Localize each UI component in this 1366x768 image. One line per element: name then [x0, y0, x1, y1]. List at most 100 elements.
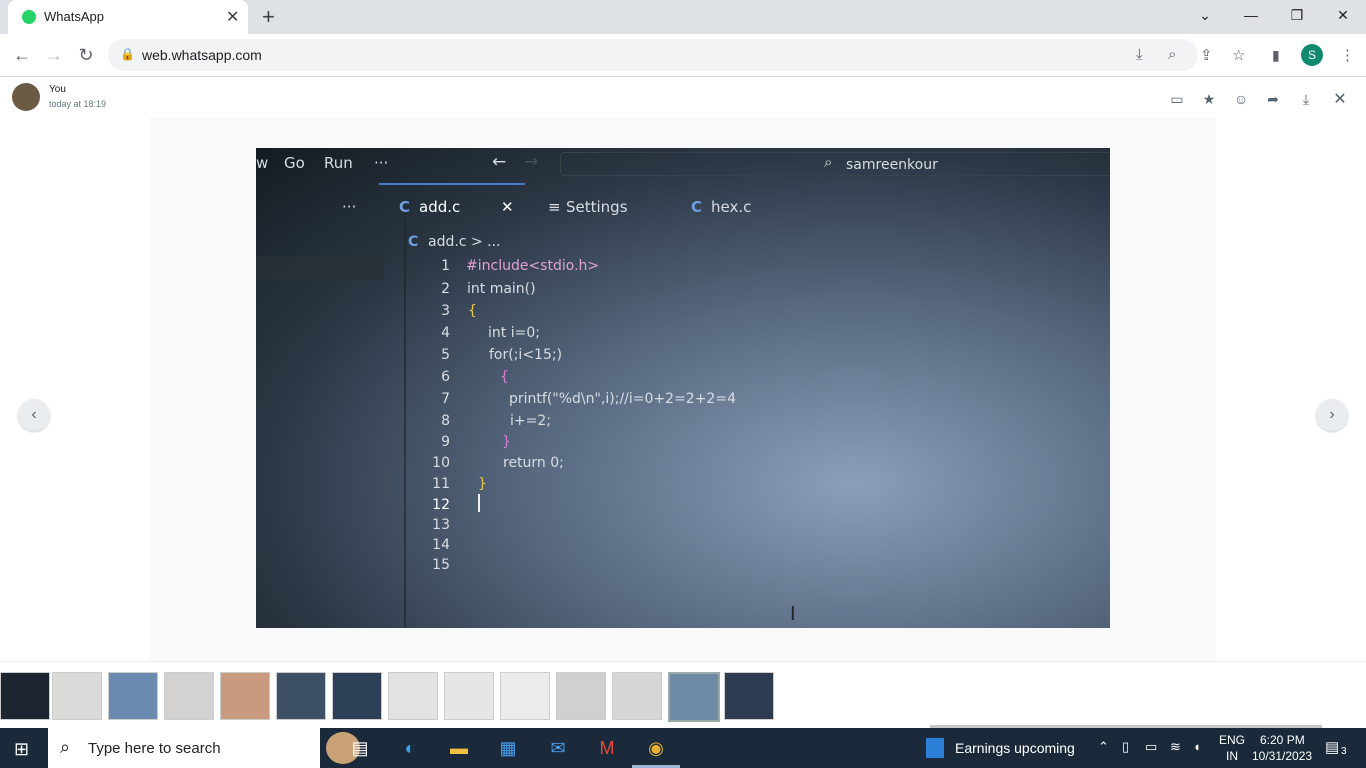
side-panel-icon[interactable]: ▮	[1272, 47, 1280, 64]
forward-button[interactable]: →	[42, 43, 66, 67]
next-media-button[interactable]: ›	[1316, 399, 1348, 431]
whatsapp-icon	[22, 10, 36, 24]
bookmark-star-icon[interactable]: ☆	[1232, 46, 1245, 64]
tab-search-button[interactable]: ⌄	[1182, 0, 1228, 30]
thumbnail[interactable]	[52, 672, 102, 720]
code-line: #include<stdio.h>	[466, 258, 600, 274]
go-to-message-icon[interactable]: ▭	[1167, 89, 1187, 109]
thumbnail-selected[interactable]	[668, 672, 720, 722]
thumbnail[interactable]	[164, 672, 214, 720]
thumbnail[interactable]	[220, 672, 270, 720]
windows-start-icon[interactable]: ⊞	[14, 739, 29, 760]
star-icon[interactable]: ★	[1199, 89, 1219, 109]
news-widget-text[interactable]: Earnings upcoming	[955, 740, 1075, 756]
notification-center-icon[interactable]: ▤	[1325, 738, 1339, 756]
settings-icon: ≡	[548, 198, 561, 216]
notification-count: 3	[1341, 746, 1347, 757]
line-number: 7	[441, 391, 450, 407]
task-view-icon[interactable]: ▤	[340, 732, 380, 764]
forward-arrow-icon: →	[524, 152, 539, 172]
react-emoji-icon[interactable]: ☺	[1231, 89, 1251, 109]
device-icon[interactable]: ▯	[1122, 739, 1129, 755]
code-line: int i=0;	[488, 325, 540, 341]
code-line: }	[478, 476, 487, 492]
thumbnail[interactable]	[612, 672, 662, 720]
profile-avatar[interactable]: S	[1301, 44, 1323, 66]
chevron-up-icon[interactable]: ⌃	[1098, 739, 1109, 755]
thumbnail[interactable]	[108, 672, 158, 720]
mail-icon[interactable]: ✉	[538, 732, 578, 764]
code-line: {	[468, 303, 477, 319]
menu-item-go: Go	[284, 154, 305, 172]
address-bar[interactable]: 🔒 web.whatsapp.com ⤓ ⌕ ⇪ ☆	[108, 39, 1245, 71]
url-text[interactable]: web.whatsapp.com	[142, 47, 262, 63]
line-number: 10	[432, 455, 450, 471]
gmail-icon[interactable]: M	[587, 732, 627, 764]
news-widget-icon[interactable]	[926, 738, 944, 758]
battery-icon[interactable]: ▭	[1145, 739, 1157, 755]
thumbnail[interactable]	[0, 672, 50, 720]
sidebar-selection	[256, 256, 384, 280]
thumbnail[interactable]	[500, 672, 550, 720]
input-region[interactable]: IN	[1226, 749, 1238, 763]
input-language[interactable]: ENG	[1219, 733, 1245, 747]
code-line: return 0;	[503, 455, 564, 471]
previous-media-button[interactable]: ‹	[18, 399, 50, 431]
forward-icon[interactable]: ➦	[1263, 89, 1283, 109]
tab-title: WhatsApp	[44, 9, 104, 24]
menu-item-view: w	[256, 154, 269, 172]
browser-toolbar: ← → ↻ 🔒 web.whatsapp.com ⤓ ⌕ ⇪ ☆ ▮ S ⋮	[0, 34, 1366, 77]
restore-button[interactable]: ❐	[1274, 0, 1320, 30]
thumbnail[interactable]	[388, 672, 438, 720]
zoom-icon[interactable]: ⌕	[1168, 46, 1176, 63]
clock-date[interactable]: 10/31/2023	[1252, 749, 1312, 763]
viewed-photo: w Go Run ··· ← → ⌕ samreenkour ··· C add…	[256, 148, 1110, 628]
tab-close-icon: ✕	[501, 198, 514, 216]
tab-hex-c: hex.c	[711, 198, 752, 216]
back-button[interactable]: ←	[10, 43, 34, 67]
line-number: 9	[441, 434, 450, 450]
file-explorer-icon[interactable]: ▬	[439, 732, 479, 764]
thumbnail[interactable]	[556, 672, 606, 720]
thumbnail[interactable]	[276, 672, 326, 720]
line-number: 15	[432, 557, 450, 573]
sender-name: You	[49, 84, 66, 95]
download-icon[interactable]: ⤓	[1296, 89, 1316, 109]
new-tab-button[interactable]: +	[262, 4, 275, 30]
media-thumbnail-strip	[0, 661, 1366, 729]
windows-taskbar: ⊞ ⌕ Type here to search ▤ ◐ ▬ ▦ ✉ M ◉ Ea…	[0, 728, 1366, 768]
thumbnail[interactable]	[332, 672, 382, 720]
browser-tab-whatsapp[interactable]: WhatsApp ✕	[8, 0, 248, 34]
close-window-button[interactable]: ✕	[1320, 0, 1366, 30]
close-viewer-icon[interactable]: ✕	[1330, 89, 1350, 109]
line-number: 11	[432, 476, 450, 492]
chrome-icon[interactable]: ◉	[636, 732, 676, 764]
clock-time[interactable]: 6:20 PM	[1260, 733, 1305, 747]
wifi-icon[interactable]: ≋	[1170, 739, 1181, 755]
volume-icon[interactable]: ◖	[1193, 739, 1201, 754]
line-number: 13	[432, 517, 450, 533]
code-line: int main()	[467, 281, 536, 297]
mouse-ibeam-cursor: I	[790, 603, 796, 625]
taskbar-search-box[interactable]: ⌕ Type here to search	[48, 728, 360, 768]
thumbnail[interactable]	[444, 672, 494, 720]
code-line: }	[502, 434, 511, 450]
breadcrumb: add.c > ...	[428, 234, 501, 250]
c-file-icon: C	[399, 198, 411, 216]
avatar[interactable]	[12, 83, 40, 111]
code-line: printf("%d\n",i);//i=0+2=2+2=4	[509, 391, 736, 407]
microsoft-store-icon[interactable]: ▦	[488, 732, 528, 764]
edge-icon[interactable]: ◐	[390, 732, 430, 764]
line-number: 2	[441, 281, 450, 297]
minimize-button[interactable]: —	[1228, 0, 1274, 30]
command-center	[560, 152, 1110, 176]
search-icon: ⌕	[824, 153, 833, 171]
reload-button[interactable]: ↻	[74, 43, 98, 67]
share-icon[interactable]: ⇪	[1200, 46, 1213, 64]
sent-timestamp: today at 18:19	[49, 99, 107, 109]
browser-menu-icon[interactable]: ⋮	[1340, 46, 1355, 64]
install-icon[interactable]: ⤓	[1136, 46, 1143, 63]
tab-close-icon[interactable]: ✕	[226, 7, 239, 27]
code-line: for(;i<15;)	[489, 347, 563, 363]
thumbnail[interactable]	[724, 672, 774, 720]
